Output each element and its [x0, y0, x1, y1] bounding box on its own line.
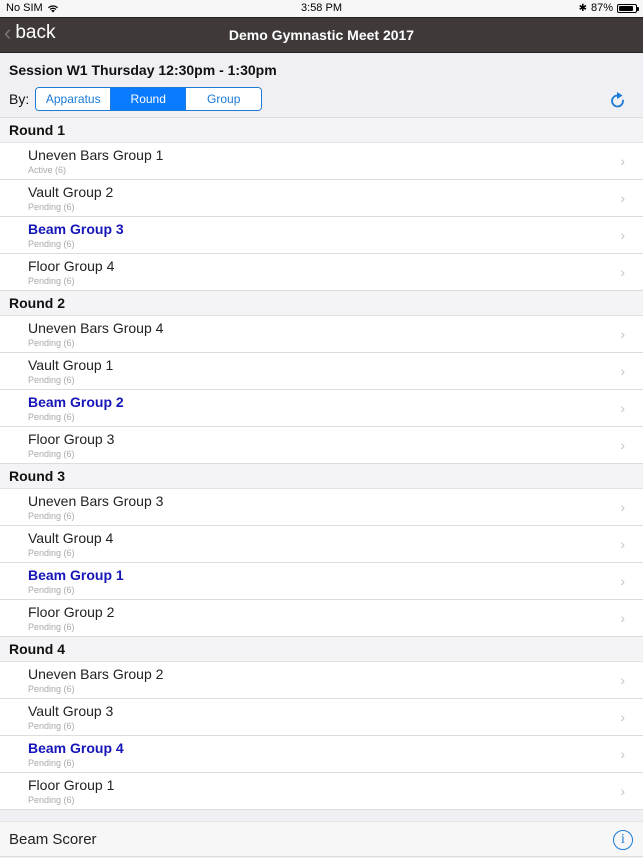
nav-bar: ‹ back Demo Gymnastic Meet 2017: [0, 17, 643, 53]
round-header: Round 1: [0, 118, 643, 143]
refresh-icon[interactable]: [609, 91, 627, 111]
group-name: Beam Group 2: [28, 394, 124, 410]
group-row[interactable]: Vault Group 4 Pending (6) ›: [0, 526, 643, 563]
chevron-right-icon: ›: [620, 709, 625, 725]
group-name: Vault Group 3: [28, 703, 114, 719]
group-status: Pending (6): [28, 684, 75, 694]
group-name: Floor Group 4: [28, 258, 115, 274]
group-name: Vault Group 1: [28, 357, 114, 373]
bluetooth-icon: ✱: [578, 2, 587, 14]
group-name: Beam Group 1: [28, 567, 124, 583]
battery-fill: [619, 5, 633, 11]
group-row[interactable]: Vault Group 2 Pending (6) ›: [0, 180, 643, 217]
group-status: Pending (6): [28, 758, 75, 768]
group-name: Uneven Bars Group 2: [28, 666, 164, 682]
group-name: Uneven Bars Group 4: [28, 320, 164, 336]
clock: 3:58 PM: [301, 2, 342, 14]
group-row[interactable]: Floor Group 1 Pending (6) ›: [0, 773, 643, 810]
group-name: Vault Group 2: [28, 184, 114, 200]
group-status: Pending (6): [28, 239, 75, 249]
group-status: Pending (6): [28, 375, 75, 385]
segment-group[interactable]: Group: [186, 88, 262, 110]
group-name: Floor Group 2: [28, 604, 115, 620]
chevron-right-icon: ›: [620, 610, 625, 626]
page-title: Demo Gymnastic Meet 2017: [228, 27, 415, 43]
group-name: Uneven Bars Group 1: [28, 147, 164, 163]
group-name: Beam Group 3: [28, 221, 124, 237]
footer-bar: Beam Scorer i: [0, 821, 643, 857]
filter-row: By: Apparatus Round Group: [0, 83, 643, 115]
segment-round[interactable]: Round: [111, 88, 187, 110]
group-row[interactable]: Uneven Bars Group 2 Pending (6) ›: [0, 662, 643, 699]
group-row[interactable]: Beam Group 1 Pending (6) ›: [0, 563, 643, 600]
chevron-right-icon: ›: [620, 573, 625, 589]
group-status: Pending (6): [28, 338, 75, 348]
session-title: Session W1 Thursday 12:30pm - 1:30pm: [9, 62, 277, 78]
group-name: Uneven Bars Group 3: [28, 493, 164, 509]
filter-label: By:: [9, 91, 30, 107]
group-status: Pending (6): [28, 449, 75, 459]
group-row[interactable]: Beam Group 3 Pending (6) ›: [0, 217, 643, 254]
group-status: Pending (6): [28, 548, 75, 558]
group-status: Pending (6): [28, 585, 75, 595]
chevron-right-icon: ›: [620, 153, 625, 169]
chevron-right-icon: ›: [620, 227, 625, 243]
group-row[interactable]: Floor Group 2 Pending (6) ›: [0, 600, 643, 637]
rounds-list: Round 1 Uneven Bars Group 1 Active (6) › Vau…: [0, 117, 643, 810]
chevron-right-icon: ›: [620, 400, 625, 416]
group-status: Active (6): [28, 165, 67, 175]
group-status: Pending (6): [28, 511, 75, 521]
group-status: Pending (6): [28, 412, 75, 422]
group-status: Pending (6): [28, 795, 75, 805]
status-bar: No SIM 3:58 PM ✱ 87%: [0, 0, 643, 17]
group-by-segmented-control: Apparatus Round Group: [35, 87, 263, 111]
group-name: Beam Group 4: [28, 740, 124, 756]
chevron-right-icon: ›: [620, 437, 625, 453]
group-status: Pending (6): [28, 622, 75, 632]
group-row[interactable]: Floor Group 4 Pending (6) ›: [0, 254, 643, 291]
battery-icon: [617, 3, 639, 13]
group-name: Vault Group 4: [28, 530, 114, 546]
group-name: Floor Group 3: [28, 431, 115, 447]
chevron-right-icon: ›: [620, 363, 625, 379]
group-row[interactable]: Uneven Bars Group 4 Pending (6) ›: [0, 316, 643, 353]
group-row[interactable]: Vault Group 1 Pending (6) ›: [0, 353, 643, 390]
chevron-right-icon: ›: [620, 326, 625, 342]
chevron-right-icon: ›: [620, 672, 625, 688]
round-header: Round 3: [0, 464, 643, 489]
group-status: Pending (6): [28, 202, 75, 212]
chevron-right-icon: ›: [620, 264, 625, 280]
battery-percent: 87%: [590, 2, 613, 14]
group-row[interactable]: Uneven Bars Group 3 Pending (6) ›: [0, 489, 643, 526]
group-row[interactable]: Uneven Bars Group 1 Active (6) ›: [0, 143, 643, 180]
info-icon[interactable]: i: [613, 830, 633, 850]
group-row[interactable]: Beam Group 2 Pending (6) ›: [0, 390, 643, 427]
round-header: Round 4: [0, 637, 643, 662]
chevron-right-icon: ›: [620, 536, 625, 552]
round-header: Round 2: [0, 291, 643, 316]
chevron-right-icon: ›: [620, 783, 625, 799]
chevron-right-icon: ›: [620, 746, 625, 762]
group-status: Pending (6): [28, 276, 75, 286]
chevron-right-icon: ›: [620, 499, 625, 515]
chevron-right-icon: ›: [620, 190, 625, 206]
group-row[interactable]: Vault Group 3 Pending (6) ›: [0, 699, 643, 736]
group-row[interactable]: Floor Group 3 Pending (6) ›: [0, 427, 643, 464]
group-row[interactable]: Beam Group 4 Pending (6) ›: [0, 736, 643, 773]
group-name: Floor Group 1: [28, 777, 115, 793]
segment-apparatus[interactable]: Apparatus: [36, 88, 112, 110]
footer-label: Beam Scorer: [9, 830, 97, 848]
group-status: Pending (6): [28, 721, 75, 731]
